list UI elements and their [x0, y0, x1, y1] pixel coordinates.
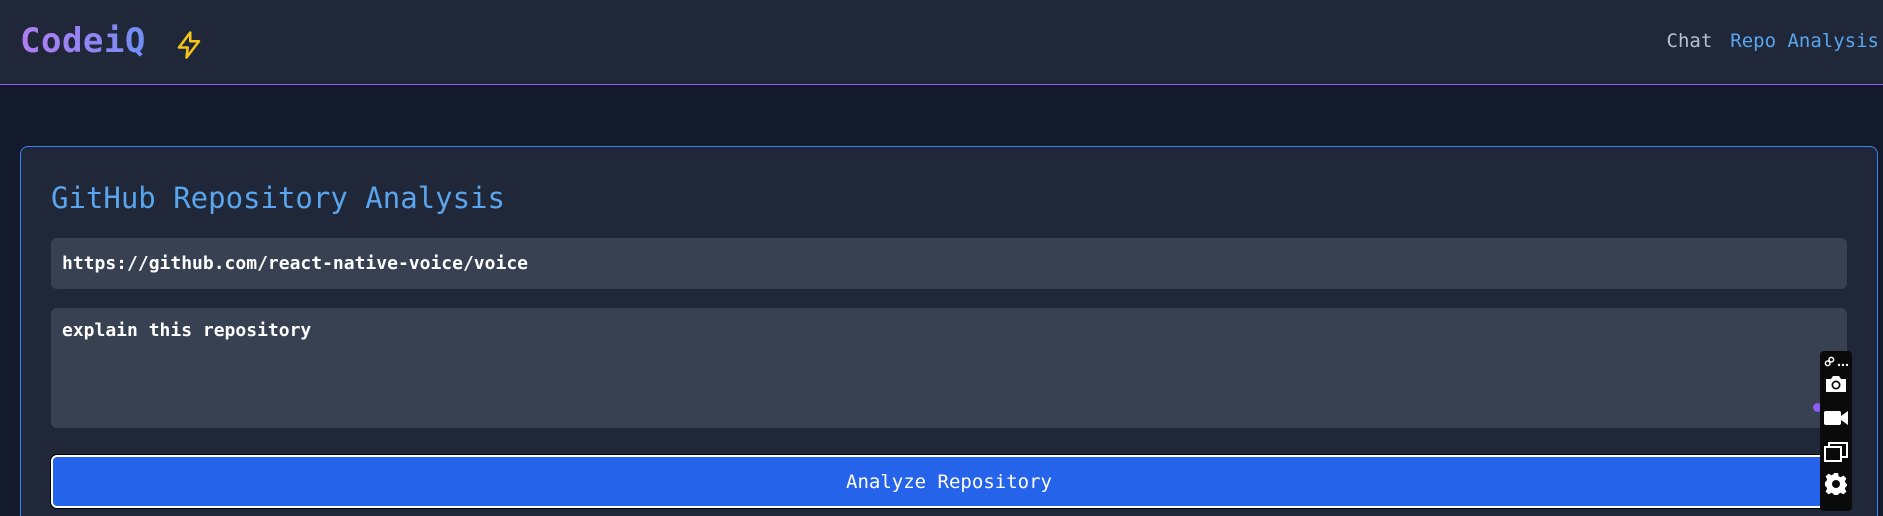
capture-toolbar: [1820, 351, 1852, 511]
page-title: GitHub Repository Analysis: [51, 181, 505, 215]
repo-url-input[interactable]: [51, 238, 1847, 289]
camera-icon[interactable]: [1823, 371, 1849, 397]
nav-links: Chat Repo Analysis: [1667, 30, 1879, 52]
question-textarea[interactable]: explain this repository: [51, 308, 1847, 428]
nav-link-chat[interactable]: Chat: [1667, 30, 1713, 52]
windows-icon[interactable]: [1823, 439, 1849, 465]
nav-link-repo-analysis[interactable]: Repo Analysis: [1730, 30, 1879, 52]
video-camera-icon[interactable]: [1823, 405, 1849, 431]
more-icon[interactable]: [1837, 352, 1849, 371]
toolbar-header: [1824, 355, 1849, 367]
settings-icon[interactable]: [1823, 471, 1849, 497]
repo-analysis-card: GitHub Repository Analysis explain this …: [20, 146, 1878, 516]
top-navbar: CodeiQ Chat Repo Analysis: [0, 0, 1883, 85]
brand-logo[interactable]: CodeiQ: [20, 21, 146, 61]
link-icon[interactable]: [1824, 352, 1835, 371]
analyze-repository-button[interactable]: Analyze Repository: [51, 455, 1847, 508]
lightning-bolt-icon: [174, 30, 204, 60]
